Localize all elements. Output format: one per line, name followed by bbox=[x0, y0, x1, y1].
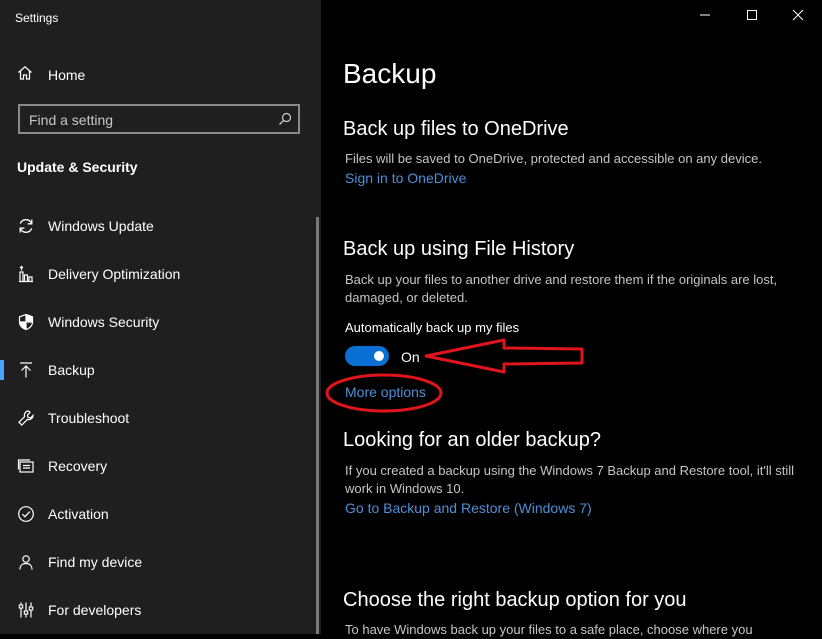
choose-backup-description: To have Windows back up your files to a … bbox=[345, 622, 753, 637]
sidebar-item-backup[interactable]: Backup bbox=[0, 350, 318, 390]
delivery-optimization-icon bbox=[17, 265, 35, 283]
check-circle-icon bbox=[17, 505, 35, 523]
home-link[interactable]: Home bbox=[17, 64, 85, 86]
onedrive-heading: Back up files to OneDrive bbox=[343, 118, 569, 140]
page-title: Backup bbox=[343, 58, 437, 89]
close-button[interactable] bbox=[775, 0, 821, 33]
maximize-icon bbox=[746, 8, 758, 26]
backup-restore-win7-link[interactable]: Go to Backup and Restore (Windows 7) bbox=[345, 500, 592, 516]
app-title: Settings bbox=[15, 11, 59, 25]
sidebar-item-troubleshoot[interactable]: Troubleshoot bbox=[0, 398, 318, 438]
more-options-link[interactable]: More options bbox=[345, 384, 426, 400]
shield-icon bbox=[17, 313, 35, 331]
sidebar-item-for-developers[interactable]: For developers bbox=[0, 590, 318, 630]
wrench-icon bbox=[17, 409, 35, 427]
sidebar-item-recovery[interactable]: Recovery bbox=[0, 446, 318, 486]
auto-backup-label: Automatically back up my files bbox=[345, 320, 520, 335]
sidebar-item-windows-security[interactable]: Windows Security bbox=[0, 302, 318, 342]
sidebar-item-label: Backup bbox=[48, 362, 95, 378]
onedrive-description: Files will be saved to OneDrive, protect… bbox=[345, 151, 762, 166]
sidebar-item-label: Windows Update bbox=[48, 218, 154, 234]
search-box[interactable] bbox=[18, 104, 300, 134]
sidebar-item-activation[interactable]: Activation bbox=[0, 494, 318, 534]
home-label: Home bbox=[48, 67, 86, 83]
sidebar-item-label: Find my device bbox=[48, 554, 143, 570]
choose-backup-heading: Choose the right backup option for you bbox=[343, 589, 687, 611]
auto-backup-toggle[interactable] bbox=[345, 346, 389, 366]
sidebar-item-label: Recovery bbox=[48, 458, 108, 474]
sidebar-item-label: For developers bbox=[48, 602, 142, 618]
sidebar-item-label: Activation bbox=[48, 506, 109, 522]
sign-in-onedrive-link[interactable]: Sign in to OneDrive bbox=[345, 170, 466, 186]
file-history-description: Back up your files to another drive and … bbox=[345, 272, 778, 305]
sidebar-item-label: Troubleshoot bbox=[48, 410, 130, 426]
minimize-icon bbox=[699, 8, 711, 26]
toggle-state-label: On bbox=[401, 349, 420, 365]
sidebar-item-label: Delivery Optimization bbox=[48, 266, 181, 282]
file-history-heading: Back up using File History bbox=[343, 238, 575, 260]
sidebar-item-windows-update[interactable]: Windows Update bbox=[0, 206, 318, 246]
sidebar-item-delivery-optimization[interactable]: Delivery Optimization bbox=[0, 254, 318, 294]
maximize-button[interactable] bbox=[729, 0, 775, 33]
developer-sliders-icon bbox=[17, 601, 35, 619]
search-input[interactable] bbox=[20, 106, 281, 134]
recovery-icon bbox=[17, 457, 35, 475]
main-content: Backup Back up files to OneDrive Files w… bbox=[321, 0, 822, 637]
toggle-knob bbox=[374, 351, 384, 361]
active-indicator bbox=[0, 360, 4, 380]
close-icon bbox=[792, 8, 804, 26]
backup-arrow-icon bbox=[17, 361, 35, 379]
older-backup-description: If you created a backup using the Window… bbox=[345, 463, 795, 496]
section-title: Update & Security bbox=[17, 159, 138, 175]
home-icon bbox=[17, 65, 33, 86]
person-pin-icon bbox=[17, 553, 35, 571]
sidebar: Settings Home Update & Security Windows … bbox=[0, 0, 321, 634]
older-backup-heading: Looking for an older backup? bbox=[343, 429, 601, 451]
sidebar-item-find-my-device[interactable]: Find my device bbox=[0, 542, 318, 582]
sidebar-scrollbar[interactable] bbox=[316, 217, 319, 634]
minimize-button[interactable] bbox=[682, 0, 728, 33]
sidebar-item-label: Windows Security bbox=[48, 314, 160, 330]
refresh-icon bbox=[17, 217, 35, 235]
search-icon[interactable] bbox=[278, 112, 292, 126]
